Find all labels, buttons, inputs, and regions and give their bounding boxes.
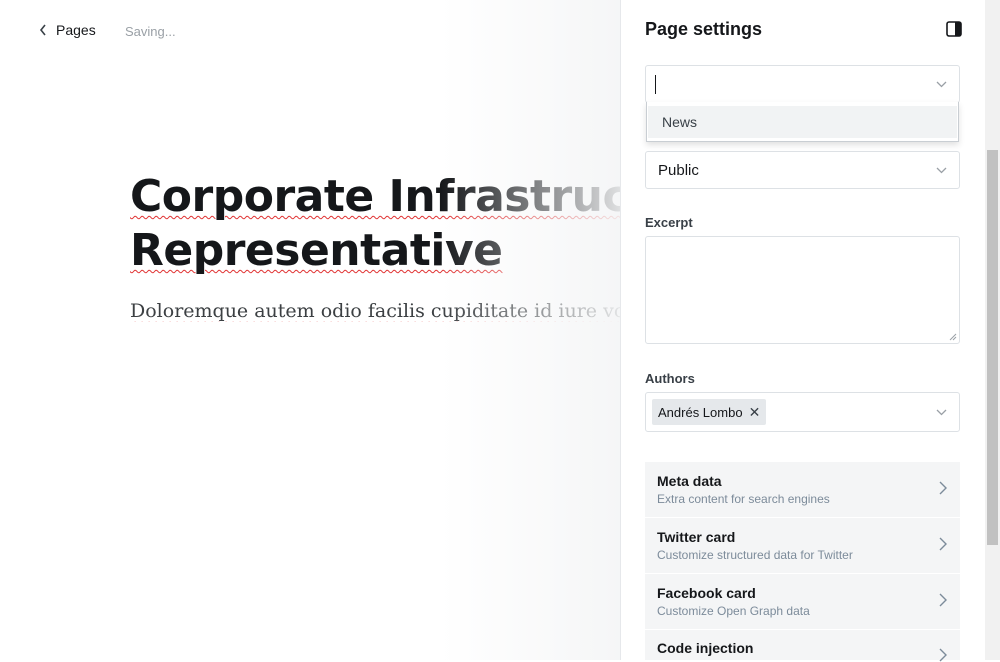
excerpt-textarea[interactable] bbox=[645, 236, 960, 344]
save-status: Saving... bbox=[125, 24, 176, 39]
author-chip: Andrés Lombo ✕ bbox=[652, 399, 767, 425]
text-cursor bbox=[655, 75, 656, 94]
nav-title: Facebook card bbox=[657, 585, 756, 601]
meta-data-row[interactable]: Meta data Extra content for search engin… bbox=[645, 462, 960, 517]
post-body[interactable]: Doloremque autem odio facilis cupiditate… bbox=[130, 300, 620, 322]
nav-title: Code injection bbox=[657, 640, 754, 656]
author-chip-name: Andrés Lombo bbox=[658, 404, 743, 420]
chevron-down-icon[interactable] bbox=[936, 81, 947, 88]
code-injection-row[interactable]: Code injection bbox=[645, 630, 960, 662]
panel-scrollbar-thumb[interactable] bbox=[987, 150, 998, 545]
page-settings-panel: Page settings Public News Excerpt Author… bbox=[620, 0, 1000, 662]
excerpt-label: Excerpt bbox=[645, 215, 693, 230]
post-title[interactable]: Corporate Infrastructure Representative bbox=[130, 170, 620, 278]
editor-canvas[interactable]: Corporate Infrastructure Representative … bbox=[130, 170, 620, 322]
tags-input[interactable] bbox=[645, 65, 960, 103]
authors-input[interactable]: Andrés Lombo ✕ bbox=[645, 392, 960, 432]
sidebar-toggle-icon[interactable] bbox=[946, 21, 962, 37]
nav-subtitle: Customize Open Graph data bbox=[657, 604, 810, 618]
chevron-right-icon bbox=[939, 593, 947, 607]
back-label: Pages bbox=[56, 22, 96, 38]
back-to-pages-link[interactable]: Pages bbox=[38, 22, 96, 38]
chevron-right-icon bbox=[939, 537, 947, 551]
visibility-value: Public bbox=[658, 162, 699, 179]
post-title-line-2: Representative bbox=[130, 225, 503, 276]
editor-topbar: Pages Saving... bbox=[0, 0, 620, 66]
tags-dropdown: News bbox=[646, 102, 959, 142]
chevron-down-icon bbox=[936, 167, 947, 174]
visibility-select[interactable]: Public bbox=[645, 151, 960, 189]
remove-author-icon[interactable]: ✕ bbox=[749, 404, 761, 421]
authors-label: Authors bbox=[645, 371, 695, 386]
nav-subtitle: Customize structured data for Twitter bbox=[657, 548, 853, 562]
panel-title: Page settings bbox=[645, 19, 763, 39]
chevron-left-icon bbox=[39, 24, 46, 36]
panel-overlay-fade bbox=[440, 0, 620, 660]
chevron-right-icon bbox=[939, 481, 947, 495]
nav-subtitle: Extra content for search engines bbox=[657, 492, 830, 506]
post-title-line-1: Corporate Infrastructure bbox=[130, 171, 620, 222]
resize-handle-icon[interactable] bbox=[949, 333, 957, 341]
nav-title: Twitter card bbox=[657, 529, 736, 545]
facebook-card-row[interactable]: Facebook card Customize Open Graph data bbox=[645, 574, 960, 629]
nav-title: Meta data bbox=[657, 473, 722, 489]
twitter-card-row[interactable]: Twitter card Customize structured data f… bbox=[645, 518, 960, 573]
chevron-down-icon[interactable] bbox=[936, 409, 947, 416]
tag-option-news[interactable]: News bbox=[648, 106, 957, 138]
